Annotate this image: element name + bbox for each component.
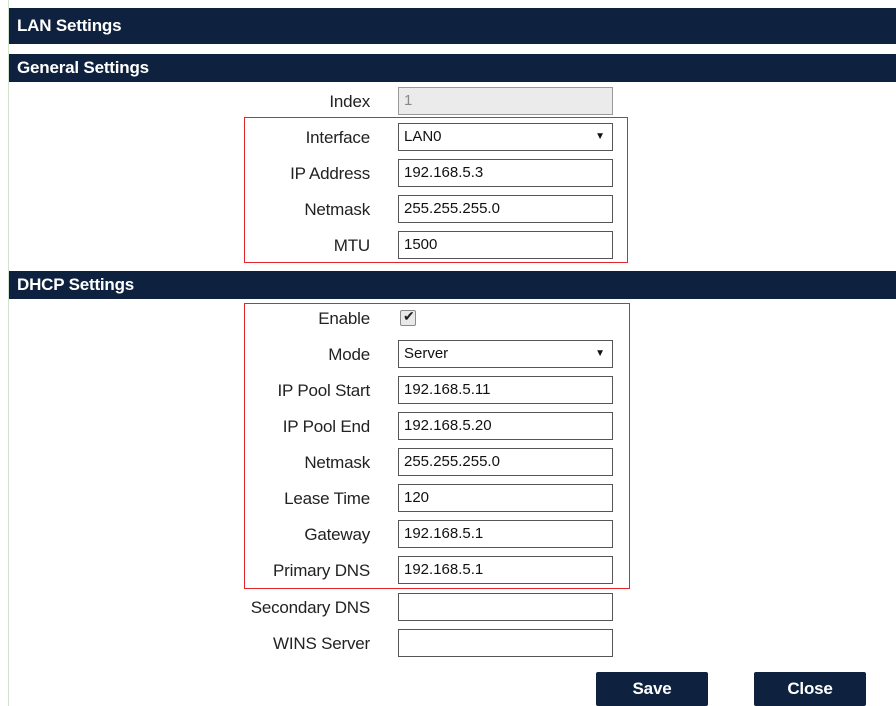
wins-server-field[interactable]: [398, 629, 613, 657]
index-label: Index: [329, 92, 370, 111]
dhcp-settings-header: DHCP Settings: [9, 271, 896, 299]
dhcp-highlight-box: [244, 303, 630, 589]
index-field: 1: [398, 87, 613, 115]
general-settings-header: General Settings: [9, 54, 896, 82]
save-button[interactable]: Save: [596, 672, 708, 706]
wins-server-label: WINS Server: [273, 634, 370, 653]
secondary-dns-field[interactable]: [398, 593, 613, 621]
page-title: LAN Settings: [9, 8, 896, 44]
secondary-dns-label: Secondary DNS: [250, 598, 370, 617]
close-button[interactable]: Close: [754, 672, 866, 706]
general-highlight-box: [244, 117, 628, 263]
